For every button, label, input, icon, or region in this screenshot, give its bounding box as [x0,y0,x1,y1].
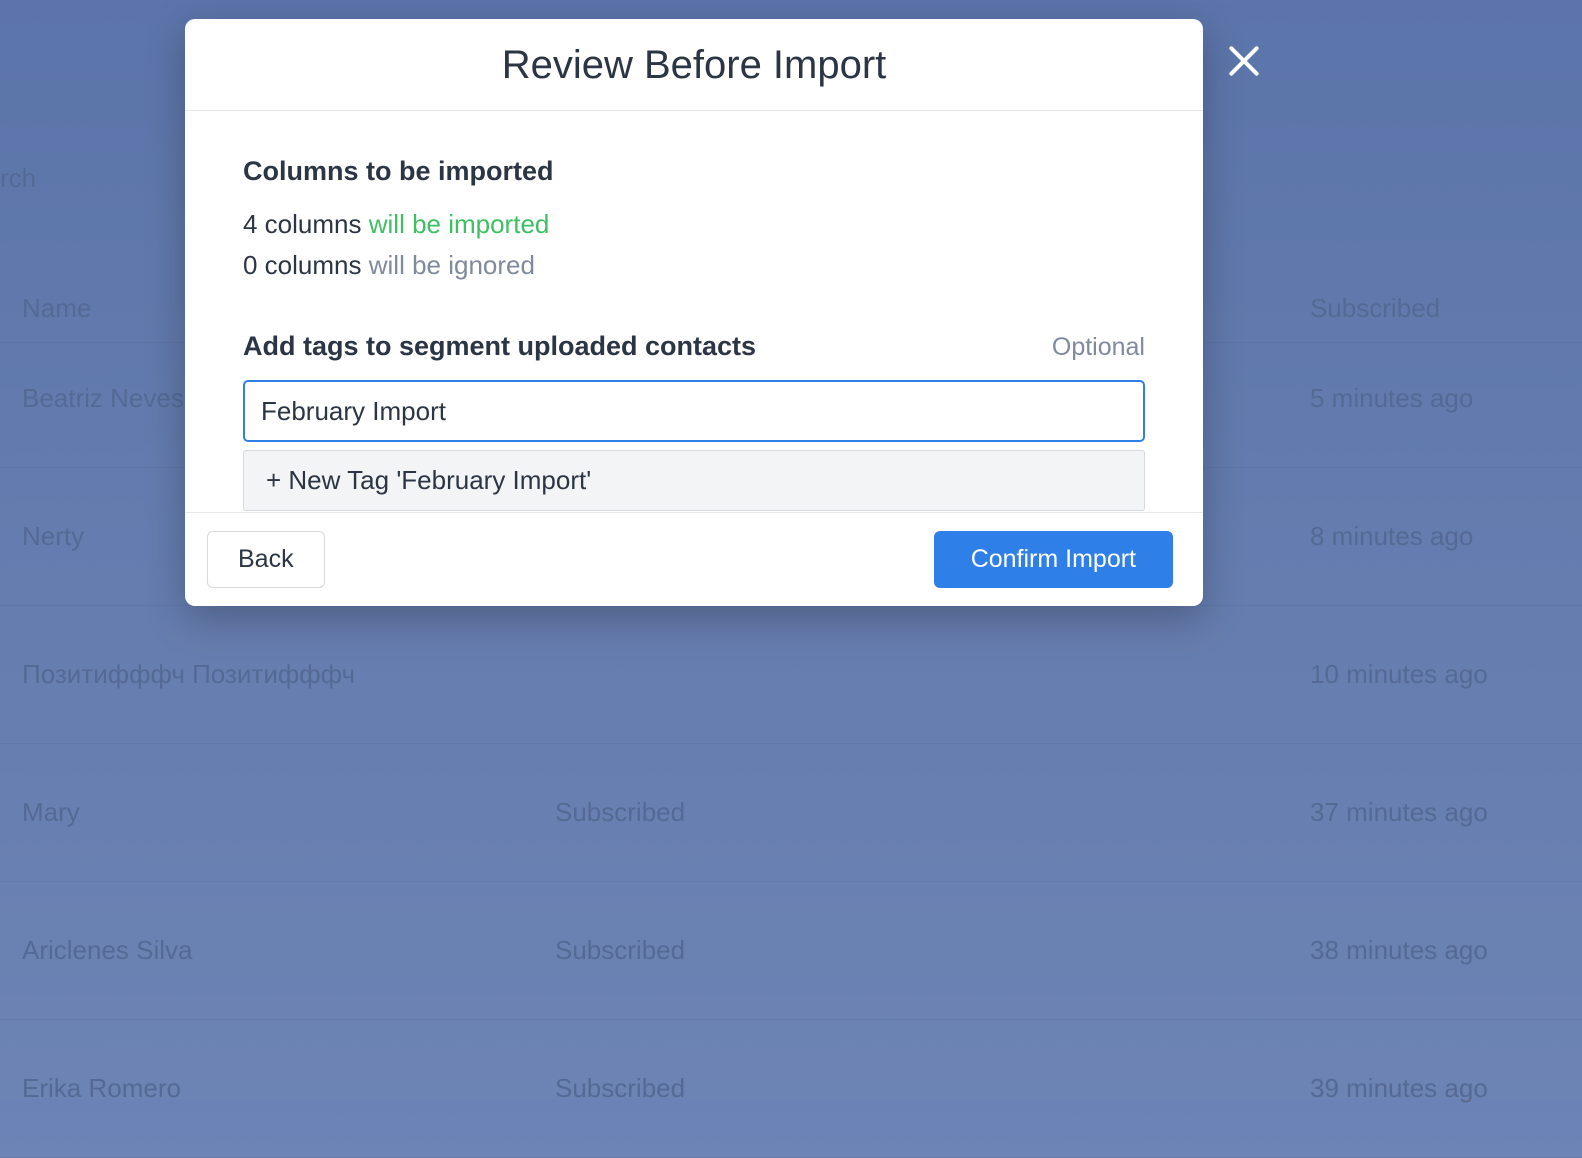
columns-ignored-line: 0 columns will be ignored [243,250,1145,281]
new-tag-option[interactable]: + New Tag 'February Import' [243,450,1145,511]
ignored-count: 0 columns [243,250,362,280]
columns-imported-line: 4 columns will be imported [243,209,1145,240]
tag-input-wrapper: + New Tag 'February Import' [243,380,1145,442]
modal-body: Columns to be imported 4 columns will be… [185,111,1203,512]
imported-suffix: will be imported [369,209,550,239]
tags-section-title: Add tags to segment uploaded contacts [243,331,756,362]
tags-section-header: Add tags to segment uploaded contacts Op… [243,331,1145,362]
confirm-import-button[interactable]: Confirm Import [934,531,1173,588]
modal-title: Review Before Import [185,19,1203,111]
optional-label: Optional [1052,333,1145,362]
ignored-suffix: will be ignored [369,250,535,280]
imported-count: 4 columns [243,209,362,239]
modal-footer: Back Confirm Import [185,512,1203,606]
close-icon[interactable] [1225,42,1263,80]
back-button[interactable]: Back [207,531,325,588]
columns-section-title: Columns to be imported [243,156,1145,187]
tag-input[interactable] [243,380,1145,442]
review-import-modal: Review Before Import Columns to be impor… [185,19,1203,606]
